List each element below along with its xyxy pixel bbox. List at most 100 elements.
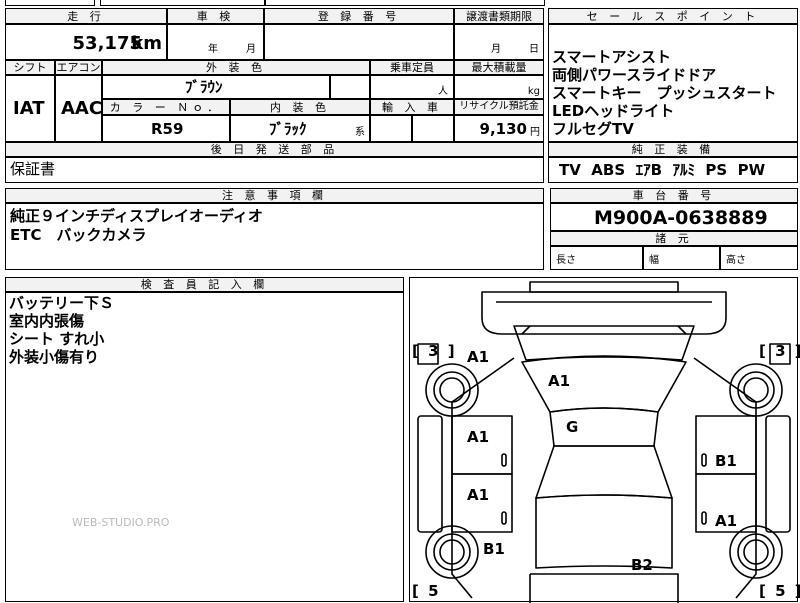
top-stub-3	[265, 0, 545, 6]
sales-point-item: フルセグTV	[552, 120, 634, 138]
standard-equipment-header: 純 正 装 備	[548, 142, 798, 157]
transfer-month: 月	[491, 44, 501, 55]
inspection-header: 車 検	[167, 8, 264, 24]
exterior-color-extra	[330, 75, 370, 99]
damage-mark-rear: B2	[631, 556, 653, 574]
tire-front-right-mark: [ 3 ]	[759, 342, 800, 360]
chassis-no-cell: M900A-0638889	[550, 203, 798, 231]
wheel-front-right	[729, 363, 783, 417]
sales-point-item: スマートアシスト	[552, 48, 671, 66]
front-grille	[521, 325, 687, 335]
right-fender-panel	[765, 415, 791, 533]
damage-mark-right-rear-door: A1	[715, 512, 738, 530]
damage-mark-left-front-door: A1	[467, 428, 490, 446]
recycle-value: 9,130	[479, 120, 527, 138]
recycle-cell: 9,130 円	[454, 115, 544, 142]
right-rear-handle	[701, 511, 707, 525]
license-plate-front	[529, 281, 679, 293]
tire-rear-right-mark: [ 5 ]	[759, 582, 800, 600]
hood	[513, 325, 695, 361]
front-bumper	[481, 291, 727, 335]
notes-cell: 純正９インチディスプレイオーディオ ETC バックカメラ	[5, 203, 544, 270]
color-no-header: カ ラ ー Ｎｏ．	[102, 99, 230, 115]
chassis-no-header: 車 台 番 号	[550, 188, 798, 203]
sales-points-header: セ ー ル ス ポ イ ン ト	[548, 8, 798, 24]
length-cell: 長さ	[550, 246, 643, 270]
max-load-cell: kg	[454, 75, 544, 99]
exterior-color-cell: ﾌﾞﾗｳﾝ	[102, 75, 330, 99]
body-right-side	[693, 357, 757, 599]
width-label: 幅	[649, 255, 659, 266]
sales-point-item: LEDヘッドライト	[552, 102, 675, 120]
tire-front-left-mark: [ 3 ]	[412, 342, 457, 360]
damage-mark-roof: G	[566, 418, 579, 436]
aircon-value: AAC	[61, 98, 103, 119]
transfer-deadline-header: 譲渡書類期限	[454, 8, 544, 24]
left-rear-handle	[501, 511, 507, 525]
import-header: 輸 入 車	[370, 99, 454, 115]
rear-bumper	[529, 573, 679, 603]
recycle-unit: 円	[530, 127, 540, 138]
interior-color-suffix: 系	[355, 127, 365, 138]
width-cell: 幅	[643, 246, 720, 270]
later-parts-header: 後 日 発 送 部 品	[5, 142, 544, 157]
later-parts-value: 保証書	[10, 160, 56, 178]
right-front-handle	[701, 453, 707, 467]
length-label: 長さ	[556, 255, 576, 266]
registration-header: 登 録 番 号	[264, 8, 454, 24]
car-diagram-panel: [ 3 ] [ 3 ] [ 5 [ 5 ] A1 A1 G A1 A1 B1 B…	[409, 277, 800, 603]
max-load-unit: kg	[527, 86, 540, 97]
aircon-header: エアコン	[55, 60, 102, 75]
damage-mark-left-rear-door: A1	[467, 486, 490, 504]
wheel-front-left	[425, 363, 479, 417]
mileage-unit: km	[131, 33, 162, 54]
specs-header: 諸 元	[550, 231, 798, 246]
registration-cell	[264, 24, 454, 60]
shift-header: シフト	[5, 60, 55, 75]
height-cell: 高さ	[720, 246, 798, 270]
note-line: 純正９インチディスプレイオーディオ	[10, 207, 263, 225]
capacity-unit: 人	[438, 86, 448, 97]
damage-mark-windshield: A1	[548, 372, 571, 390]
import-cell-a	[370, 115, 412, 142]
top-stub-1	[5, 0, 95, 6]
inspector-cell: バッテリー下Ｓ 室内内張傷 シート すれ小 外装小傷有り WEB-STUDIO.…	[5, 292, 404, 602]
left-front-handle	[501, 453, 507, 467]
height-label: 高さ	[726, 255, 746, 266]
transfer-day: 日	[529, 44, 539, 55]
inspector-note: バッテリー下Ｓ	[9, 294, 115, 312]
damage-mark-front-left: A1	[467, 348, 490, 366]
left-fender-front-panel	[417, 415, 443, 533]
shift-cell: IAT	[5, 75, 55, 142]
max-load-header: 最大積載量	[454, 60, 544, 75]
body-left-side	[451, 357, 515, 599]
interior-color-header: 内 装 色	[230, 99, 370, 115]
exterior-color-value: ﾌﾞﾗｳﾝ	[185, 78, 223, 96]
exterior-color-header: 外 装 色	[102, 60, 370, 75]
sales-point-item: 両側パワースライドドア	[552, 66, 717, 84]
damage-mark-left-rear-fender: B1	[483, 540, 505, 558]
import-cell-b	[412, 115, 454, 142]
sales-point-item: スマートキー プッシュスタート	[552, 84, 777, 102]
tire-rear-left-mark: [ 5	[412, 582, 441, 600]
rear-window	[535, 445, 673, 499]
sales-points-cell: スマートアシスト 両側パワースライドドア スマートキー プッシュスタート LED…	[548, 24, 798, 142]
inspector-note: シート すれ小	[9, 330, 105, 348]
notes-header: 注 意 事 項 欄	[5, 188, 544, 203]
watermark: WEB-STUDIO.PRO	[72, 516, 170, 529]
windshield	[521, 355, 687, 413]
inspection-year: 年	[208, 44, 218, 55]
capacity-header: 乗車定員	[370, 60, 454, 75]
inspection-cell: 年 月	[167, 24, 264, 60]
color-no-value: R59	[151, 120, 184, 138]
note-line: ETC バックカメラ	[10, 226, 147, 244]
interior-color-value: ﾌﾞﾗｯｸ	[269, 120, 307, 138]
damage-mark-right-front-door: B1	[715, 452, 737, 470]
mileage-cell: 53,175 km	[5, 24, 167, 60]
shift-value: IAT	[13, 98, 45, 119]
interior-color-cell: ﾌﾞﾗｯｸ 系	[230, 115, 370, 142]
color-no-cell: R59	[102, 115, 230, 142]
chassis-no-value: M900A-0638889	[594, 207, 768, 229]
inspector-note: 室内内張傷	[9, 312, 85, 330]
mileage-header: 走 行	[5, 8, 167, 24]
